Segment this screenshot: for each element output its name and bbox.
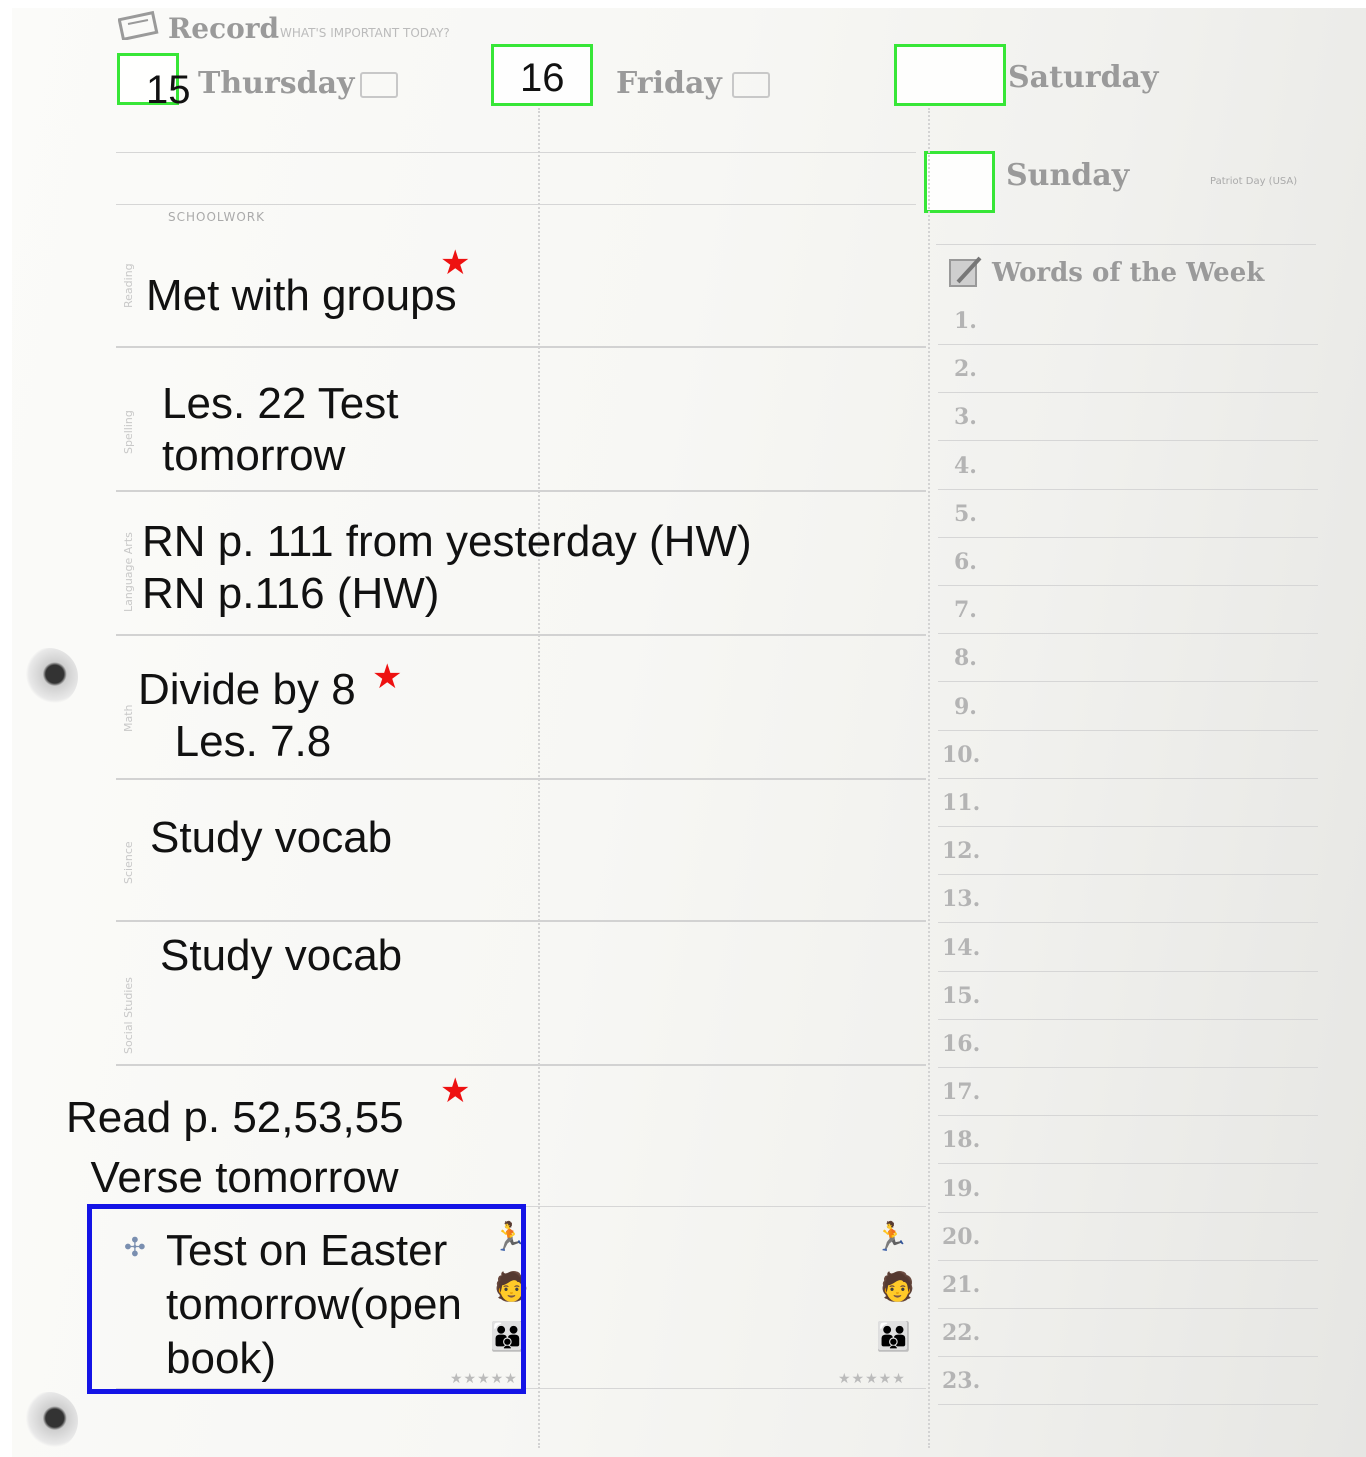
word-line <box>938 440 1318 442</box>
entry-reading: Met with groups <box>146 271 457 320</box>
word-line <box>938 536 1318 538</box>
word-line <box>938 633 1318 635</box>
word-number: 7. <box>954 597 977 624</box>
subject-label-math: Math <box>122 704 135 732</box>
date-thursday: 15 <box>146 68 191 112</box>
word-line <box>938 1115 1318 1117</box>
date-box-saturday <box>894 44 1006 106</box>
word-line <box>938 1018 1318 1020</box>
word-line <box>938 777 1318 779</box>
word-number: 15. <box>942 982 981 1009</box>
word-line <box>938 1356 1318 1358</box>
word-number: 20. <box>942 1223 981 1250</box>
word-number: 17. <box>942 1079 981 1106</box>
entry-boxed: Test on Easter tomorrow(open book) <box>166 1226 462 1383</box>
day-friday: Friday <box>616 66 722 101</box>
section-label: SCHOOLWORK <box>168 210 266 224</box>
word-number: 1. <box>954 308 977 334</box>
rule-line <box>116 634 926 636</box>
person-icon: 🧑 <box>880 1271 915 1302</box>
word-line <box>938 344 1318 345</box>
day-saturday: Saturday <box>1008 60 1159 95</box>
word-number: 18. <box>942 1127 981 1154</box>
word-line <box>938 826 1318 827</box>
sunday-note: Patriot Day (USA) <box>1210 176 1298 187</box>
rule-line <box>116 778 926 780</box>
record-title: Record <box>168 12 280 45</box>
entry-science: Study vocab <box>150 813 393 862</box>
binder-ring-icon <box>20 648 78 706</box>
dot-box-icon <box>360 72 398 98</box>
record-subtitle: WHAT'S IMPORTANT TODAY? <box>280 26 450 40</box>
day-sunday: Sunday <box>1006 158 1130 193</box>
word-line <box>938 1163 1318 1165</box>
word-line <box>938 1211 1318 1213</box>
runner-icon: 🏃 <box>874 1221 909 1252</box>
planner-page: Record WHAT'S IMPORTANT TODAY? Thursday … <box>12 8 1366 1457</box>
word-number: 3. <box>954 404 977 431</box>
word-number: 5. <box>954 500 977 527</box>
word-number: 4. <box>954 452 977 479</box>
word-number: 6. <box>954 549 977 575</box>
rule-line <box>116 152 916 153</box>
word-line <box>938 874 1318 876</box>
column-divider <box>538 108 540 1448</box>
rule-line <box>116 346 926 348</box>
word-number: 23. <box>942 1368 981 1395</box>
word-number: 10. <box>942 741 981 768</box>
family-icon: 👪 <box>876 1321 911 1352</box>
word-line <box>938 922 1318 924</box>
word-number: 12. <box>942 838 981 865</box>
rule-line <box>116 490 926 492</box>
entry-bottom: Read p. 52,53,55 Verse tomorrow <box>66 1093 404 1202</box>
words-of-week-title: Words of the Week <box>992 258 1265 288</box>
word-line <box>938 1404 1318 1406</box>
date-friday: 16 <box>520 56 565 100</box>
entry-math: Divide by 8 Les. 7.8 <box>138 665 356 766</box>
star-icon: ★ <box>440 1072 471 1110</box>
entry-social-studies: Study vocab <box>160 931 403 980</box>
star-icon: ★ <box>440 244 471 282</box>
word-number: 9. <box>954 693 977 720</box>
rating-stars-icon: ★★★★★ <box>838 1370 906 1386</box>
word-line <box>938 970 1318 972</box>
rule-line <box>116 920 926 922</box>
subject-label-science: Science <box>122 841 135 884</box>
day-thursday: Thursday <box>198 66 355 101</box>
word-line <box>938 1259 1318 1261</box>
word-line <box>938 1067 1318 1068</box>
word-number: 8. <box>954 645 977 672</box>
column-divider <box>928 108 930 1448</box>
subject-label-social-studies: Social Studies <box>122 977 135 1054</box>
entry-language-arts: RN p. 111 from yesterday (HW) RN p.116 (… <box>142 517 752 618</box>
word-number: 11. <box>942 790 981 816</box>
word-line <box>938 681 1318 683</box>
word-number: 21. <box>942 1272 981 1298</box>
word-line <box>938 729 1318 731</box>
entry-spelling: Les. 22 Test tomorrow <box>162 379 399 480</box>
word-number: 2. <box>954 356 977 383</box>
word-line <box>938 585 1318 586</box>
word-line <box>938 1308 1318 1309</box>
word-line <box>938 488 1318 490</box>
date-box-sunday <box>924 151 995 213</box>
word-number: 13. <box>942 886 981 913</box>
binder-ring-icon <box>20 1392 78 1450</box>
subject-label-language-arts: Language Arts <box>122 532 135 612</box>
pencil-icon <box>948 254 984 295</box>
subject-label-spelling: Spelling <box>122 410 135 454</box>
rule-line <box>116 1064 926 1066</box>
word-number: 14. <box>942 934 981 961</box>
dot-box-icon <box>732 72 770 98</box>
subject-label-reading: Reading <box>122 263 135 308</box>
star-icon: ★ <box>372 658 403 696</box>
word-number: 22. <box>942 1320 981 1347</box>
rule-line <box>116 204 916 205</box>
rule-line <box>936 244 1316 245</box>
notebook-icon <box>117 10 164 45</box>
word-line <box>938 392 1318 394</box>
word-number: 16. <box>942 1031 981 1057</box>
word-number: 19. <box>942 1175 981 1202</box>
